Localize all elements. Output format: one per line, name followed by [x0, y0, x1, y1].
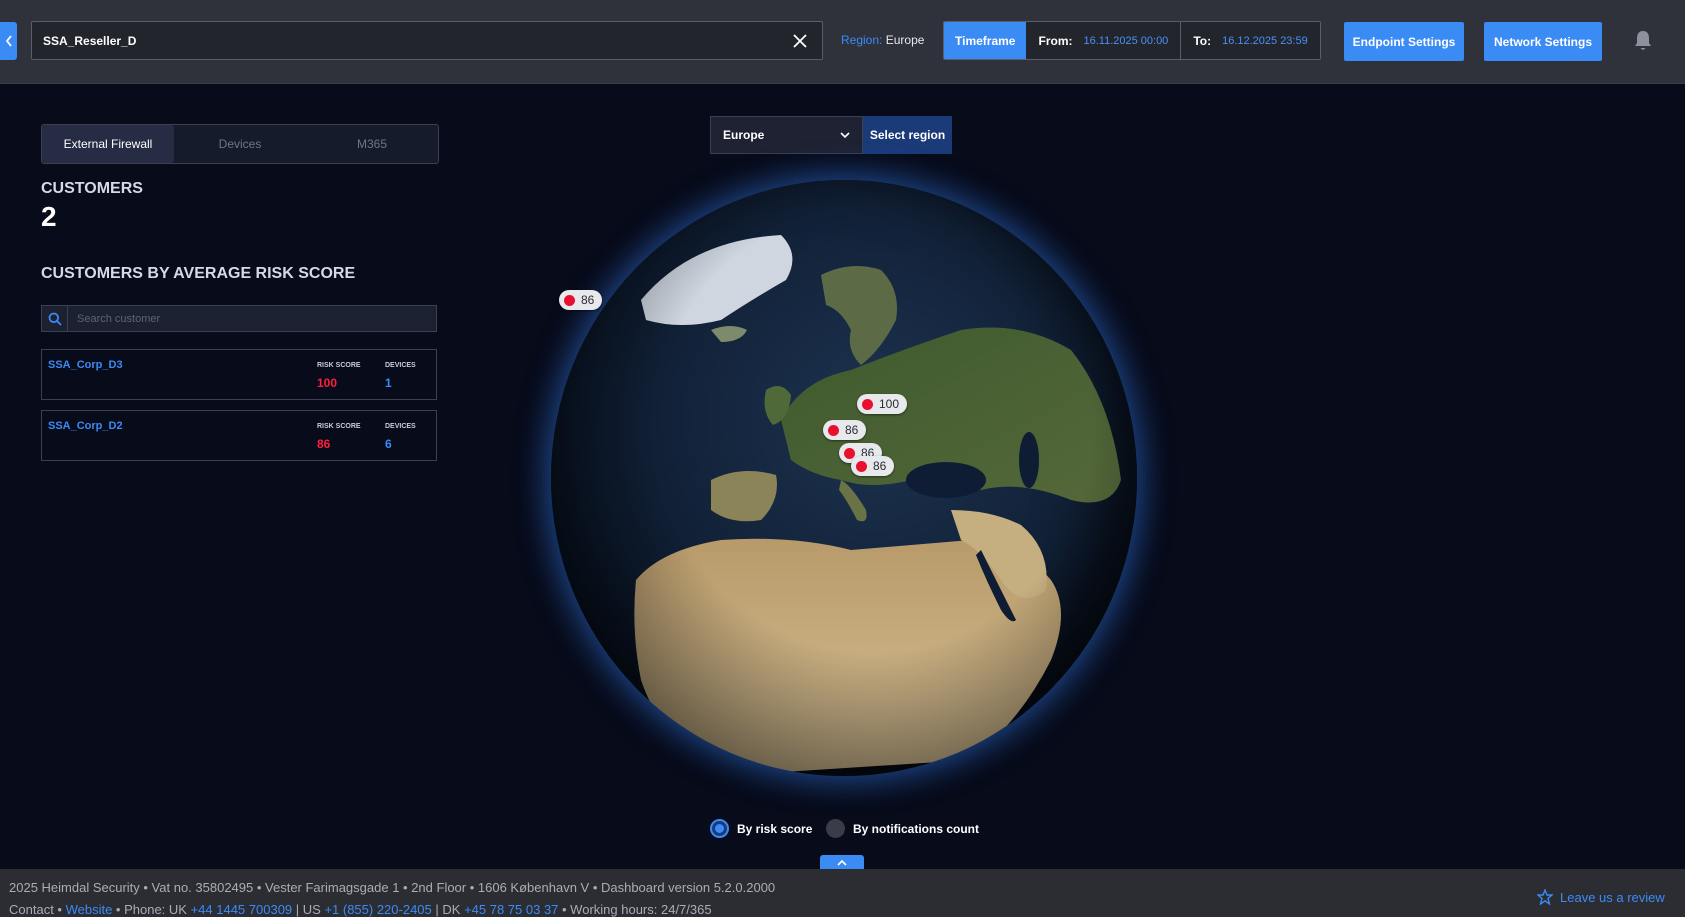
risk-dot	[856, 460, 867, 472]
from-date-value: 16.11.2025 00:00	[1083, 34, 1169, 47]
risk-dot	[862, 398, 873, 410]
devices-column: DEVICES 1	[385, 362, 416, 390]
to-date-field[interactable]: To: 16.12.2025 23:59	[1180, 22, 1320, 59]
risk-score-column: RISK SCORE 86	[317, 423, 361, 451]
chevron-down-icon	[840, 131, 850, 138]
tab-devices[interactable]: Devices	[174, 125, 306, 163]
footer-dk-prefix: | DK	[431, 902, 465, 917]
timeframe-selector: Timeframe From: 16.11.2025 00:00 To: 16.…	[943, 21, 1321, 60]
marker-score: 86	[581, 293, 595, 307]
star-icon	[1537, 889, 1553, 905]
risk-dot	[844, 447, 855, 459]
risk-score-column: RISK SCORE 100	[317, 362, 361, 390]
reseller-search-input[interactable]	[43, 33, 789, 48]
phone-dk-link[interactable]: +45 78 75 03 37	[464, 902, 558, 917]
risk-score-value: 100	[317, 376, 338, 390]
expand-panel-button[interactable]	[820, 855, 864, 870]
customer-search-input[interactable]	[68, 306, 436, 331]
collapse-sidebar-button[interactable]	[0, 22, 17, 60]
customer-card[interactable]: SSA_Corp_D3 RISK SCORE 100 DEVICES 1	[41, 349, 437, 400]
tab-m365[interactable]: M365	[306, 125, 438, 163]
marker-score: 86	[873, 459, 887, 473]
radio-risk-score[interactable]	[710, 819, 729, 838]
chevron-left-icon	[5, 35, 12, 47]
mode-risk-label: By risk score	[737, 821, 813, 836]
map-marker[interactable]: 100	[857, 394, 908, 414]
customer-name[interactable]: SSA_Corp_D3	[48, 359, 123, 371]
footer-phone-prefix: • Phone: UK	[112, 902, 191, 917]
website-link[interactable]: Website	[66, 902, 113, 917]
footer: 2025 Heimdal Security • Vat no. 35802495…	[0, 869, 1685, 917]
reseller-search-field[interactable]	[31, 21, 823, 60]
risk-dot	[564, 294, 575, 306]
select-region-button[interactable]: Select region	[863, 116, 952, 154]
close-icon[interactable]	[789, 30, 811, 52]
timeframe-button[interactable]: Timeframe	[944, 22, 1027, 59]
marker-score: 86	[845, 423, 859, 437]
footer-hours: • Working hours: 24/7/365	[558, 902, 712, 917]
top-bar: Region: Europe Timeframe From: 16.11.202…	[0, 0, 1685, 84]
devices-label: DEVICES	[385, 423, 416, 430]
leave-review-label: Leave us a review	[1560, 889, 1665, 905]
from-label: From:	[1038, 33, 1073, 48]
search-icon	[42, 306, 68, 331]
risk-score-value: 86	[317, 437, 331, 451]
devices-value: 1	[385, 376, 392, 390]
region-indicator: Region: Europe	[841, 33, 924, 47]
map-marker[interactable]: 86	[851, 456, 895, 476]
chevron-up-icon	[837, 859, 847, 866]
mode-by-notifications[interactable]: By notifications count	[826, 819, 979, 838]
map-marker[interactable]: 86	[559, 290, 603, 310]
customer-card[interactable]: SSA_Corp_D2 RISK SCORE 86 DEVICES 6	[41, 410, 437, 461]
phone-uk-link[interactable]: +44 1445 700309	[191, 902, 293, 917]
risk-dot	[828, 424, 839, 436]
leave-review-link[interactable]: Leave us a review	[1537, 889, 1665, 905]
customer-search[interactable]	[41, 305, 437, 332]
mode-notif-label: By notifications count	[853, 821, 979, 836]
region-dropdown[interactable]: Europe	[710, 116, 863, 154]
region-label: Region:	[841, 33, 883, 47]
radio-notifications[interactable]	[826, 819, 845, 838]
earth-globe	[551, 180, 1137, 776]
region-value: Europe	[885, 33, 925, 47]
network-settings-button[interactable]: Network Settings	[1484, 22, 1602, 61]
risk-section-title: CUSTOMERS BY AVERAGE RISK SCORE	[41, 265, 356, 282]
devices-label: DEVICES	[385, 362, 416, 369]
marker-score: 100	[879, 397, 900, 411]
endpoint-settings-button[interactable]: Endpoint Settings	[1344, 22, 1464, 61]
footer-us-prefix: | US	[292, 902, 325, 917]
footer-contact-label: Contact •	[9, 902, 66, 917]
mode-by-risk-score[interactable]: By risk score	[710, 819, 812, 838]
risk-score-label: RISK SCORE	[317, 423, 361, 430]
risk-score-label: RISK SCORE	[317, 362, 361, 369]
bell-icon[interactable]	[1631, 29, 1655, 53]
footer-contact-info: Contact • Website • Phone: UK +44 1445 7…	[9, 902, 712, 917]
globe-map[interactable]: 86 100 86 86 86	[537, 166, 1151, 790]
devices-value: 6	[385, 437, 392, 451]
region-dropdown-value: Europe	[723, 128, 765, 142]
devices-column: DEVICES 6	[385, 423, 416, 451]
map-marker[interactable]: 86	[823, 420, 867, 440]
to-date-value: 16.12.2025 23:59	[1222, 34, 1308, 47]
footer-company-info: 2025 Heimdal Security • Vat no. 35802495…	[9, 880, 776, 895]
tab-external-firewall[interactable]: External Firewall	[42, 125, 174, 163]
view-tabs: External Firewall Devices M365	[41, 124, 439, 164]
customers-heading: CUSTOMERS	[41, 180, 143, 197]
phone-us-link[interactable]: +1 (855) 220-2405	[324, 902, 431, 917]
customer-name[interactable]: SSA_Corp_D2	[48, 420, 123, 432]
from-date-field[interactable]: From: 16.11.2025 00:00	[1026, 22, 1181, 59]
customers-count: 2	[41, 201, 57, 232]
to-label: To:	[1193, 33, 1212, 48]
earth-landmass	[551, 180, 1137, 776]
